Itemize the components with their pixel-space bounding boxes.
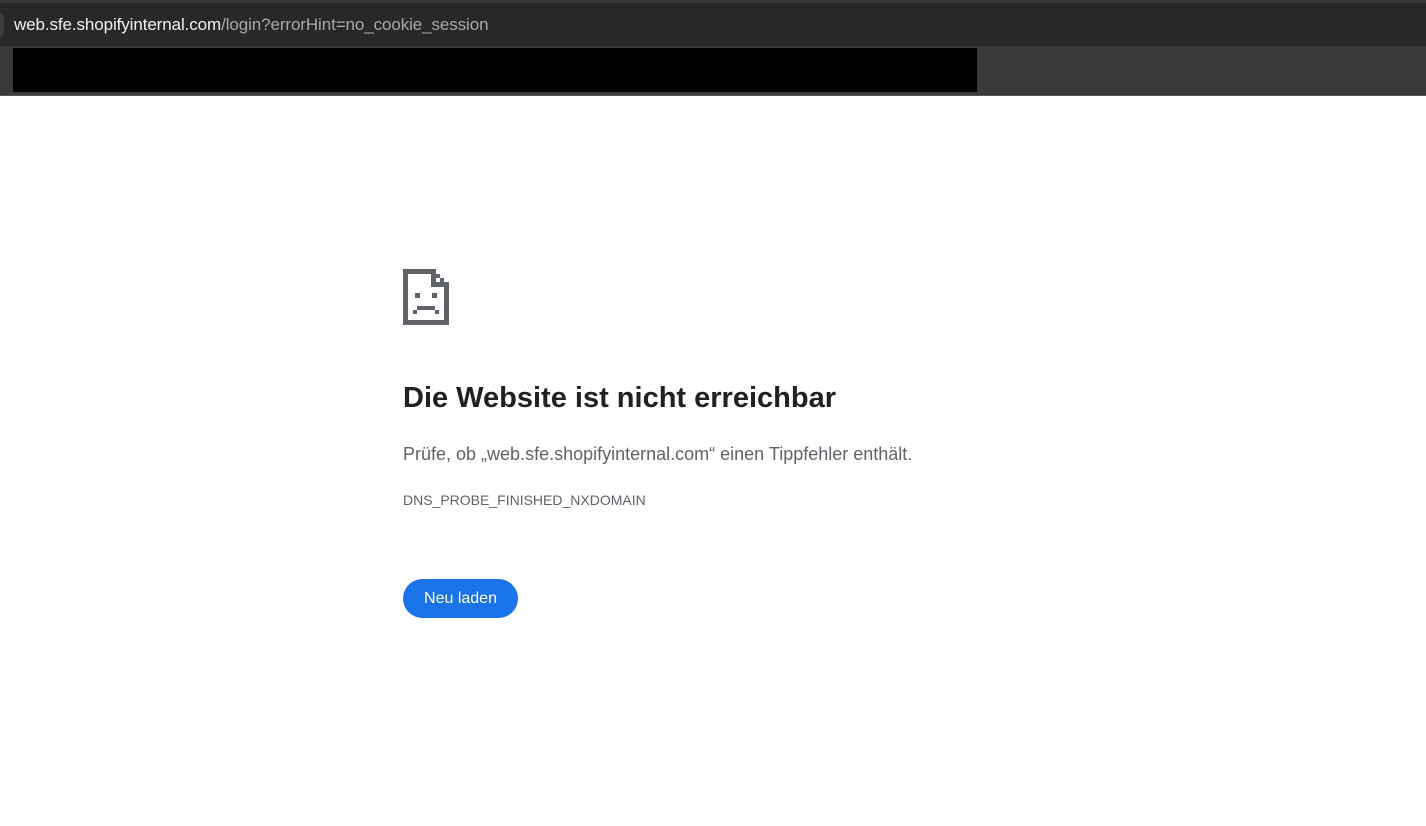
site-info-button[interactable] bbox=[0, 13, 4, 37]
reload-button[interactable]: Neu laden bbox=[403, 579, 518, 618]
url-host: web.sfe.shopifyinternal.com bbox=[14, 15, 222, 34]
error-page: Die Website ist nicht erreichbar Prüfe, … bbox=[0, 96, 1426, 826]
browser-toolbar: web.sfe.shopifyinternal.com/login?errorH… bbox=[0, 0, 1426, 46]
page-title: Die Website ist nicht erreichbar bbox=[403, 382, 836, 414]
address-bar[interactable]: web.sfe.shopifyinternal.com/login?errorH… bbox=[14, 15, 489, 35]
error-code: DNS_PROBE_FINISHED_NXDOMAIN bbox=[403, 492, 646, 508]
bookmarks-bar bbox=[0, 46, 1426, 96]
url-path: /login?errorHint=no_cookie_session bbox=[221, 15, 489, 34]
sad-page-icon bbox=[403, 269, 449, 325]
redacted-region bbox=[13, 48, 977, 92]
error-description: Prüfe, ob „web.sfe.shopifyinternal.com“ … bbox=[403, 444, 913, 464]
